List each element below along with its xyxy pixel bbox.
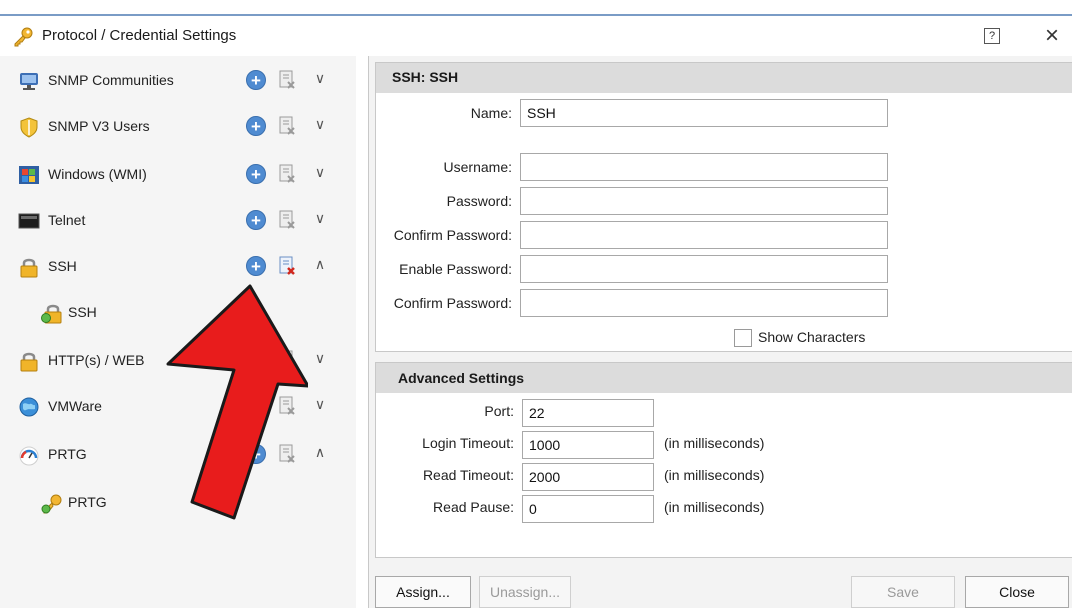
window-title: Protocol / Credential Settings — [42, 27, 237, 44]
read-timeout-field[interactable] — [522, 463, 654, 491]
delete-credential-icon[interactable] — [278, 115, 296, 137]
shield-icon — [20, 117, 38, 138]
close-button[interactable]: Close — [965, 576, 1069, 608]
confirm-password-label: Confirm Password: — [393, 227, 512, 243]
ssh-credential-section: SSH: SSH Name: Username: Password: Confi… — [375, 62, 1072, 352]
windows-icon — [19, 166, 39, 184]
read-pause-label: Read Pause: — [433, 499, 514, 515]
key-lock-icon — [41, 304, 62, 324]
annotation-arrow-icon — [166, 284, 308, 520]
category-label: PRTG — [48, 446, 87, 462]
read-pause-field[interactable] — [522, 495, 654, 523]
enable-password-field[interactable] — [520, 255, 888, 283]
assign-button[interactable]: Assign... — [375, 576, 471, 608]
help-button[interactable]: ? — [984, 28, 1000, 44]
chevron-down-icon[interactable]: ∨ — [312, 350, 328, 367]
category-label: Windows (WMI) — [48, 166, 147, 182]
read-timeout-unit: (in milliseconds) — [664, 467, 765, 483]
delete-credential-icon[interactable] — [278, 163, 296, 185]
category-label: VMWare — [48, 398, 102, 414]
port-label: Port: — [484, 403, 514, 419]
category-label: SNMP V3 Users — [48, 118, 150, 134]
chevron-up-icon[interactable]: ∧ — [312, 444, 328, 461]
chevron-down-icon[interactable]: ∨ — [312, 70, 328, 87]
delete-credential-icon[interactable] — [278, 69, 296, 91]
name-label: Name: — [470, 105, 512, 121]
key-icon — [41, 494, 62, 514]
key-icon — [14, 27, 33, 47]
category-snmp-v3-users[interactable]: SNMP V3 Users + ∨ — [0, 104, 356, 150]
enable-password-label: Enable Password: — [399, 261, 512, 277]
snmp-network-icon — [20, 73, 38, 90]
username-label: Username: — [443, 159, 512, 175]
chevron-down-icon[interactable]: ∨ — [312, 210, 328, 227]
confirm-password-field[interactable] — [520, 221, 888, 249]
confirm-enable-password-label: Confirm Password: — [393, 295, 512, 311]
show-characters-label: Show Characters — [758, 329, 866, 345]
login-timeout-unit: (in milliseconds) — [664, 435, 765, 451]
lock-icon — [20, 352, 38, 372]
chevron-down-icon[interactable]: ∨ — [312, 396, 328, 413]
category-telnet[interactable]: Telnet + ∨ — [0, 198, 356, 244]
category-label: SSH — [48, 258, 77, 274]
port-field[interactable] — [522, 399, 654, 427]
show-characters-checkbox[interactable] — [734, 329, 752, 347]
delete-credential-icon[interactable] — [278, 209, 296, 231]
category-label: SNMP Communities — [48, 72, 174, 88]
delete-credential-icon[interactable] — [278, 255, 296, 277]
password-field[interactable] — [520, 187, 888, 215]
category-label: HTTP(s) / WEB — [48, 352, 145, 368]
add-credential-button[interactable]: + — [246, 164, 266, 184]
section-header: SSH: SSH — [376, 63, 1072, 93]
login-timeout-label: Login Timeout: — [422, 435, 514, 451]
password-label: Password: — [446, 193, 512, 209]
unassign-button[interactable]: Unassign... — [479, 576, 571, 608]
gauge-icon — [19, 446, 39, 466]
chevron-down-icon[interactable]: ∨ — [312, 116, 328, 133]
credential-label: SSH — [68, 304, 97, 320]
category-windows-wmi[interactable]: Windows (WMI) + ∨ — [0, 152, 356, 198]
save-button[interactable]: Save — [851, 576, 955, 608]
title-bar: Protocol / Credential Settings ? × — [0, 14, 1072, 54]
close-window-button[interactable]: × — [1040, 22, 1064, 50]
confirm-enable-password-field[interactable] — [520, 289, 888, 317]
name-field[interactable] — [520, 99, 888, 127]
chevron-down-icon[interactable]: ∨ — [312, 164, 328, 181]
globe-icon — [19, 397, 39, 417]
login-timeout-field[interactable] — [522, 431, 654, 459]
credential-label: PRTG — [68, 494, 107, 510]
advanced-settings-section: Advanced Settings Port: Login Timeout: (… — [375, 362, 1072, 558]
add-credential-button[interactable]: + — [246, 116, 266, 136]
category-label: Telnet — [48, 212, 86, 228]
read-pause-unit: (in milliseconds) — [664, 499, 765, 515]
add-credential-button[interactable]: + — [246, 256, 266, 276]
chevron-up-icon[interactable]: ∧ — [312, 256, 328, 273]
add-credential-button[interactable]: + — [246, 210, 266, 230]
terminal-icon — [18, 213, 40, 229]
section-header: Advanced Settings — [376, 363, 1072, 393]
lock-icon — [20, 258, 38, 278]
credential-editor-panel: SSH: SSH Name: Username: Password: Confi… — [368, 56, 1072, 608]
username-field[interactable] — [520, 153, 888, 181]
category-snmp-communities[interactable]: SNMP Communities + ∨ — [0, 58, 356, 104]
read-timeout-label: Read Timeout: — [422, 467, 514, 483]
add-credential-button[interactable]: + — [246, 70, 266, 90]
